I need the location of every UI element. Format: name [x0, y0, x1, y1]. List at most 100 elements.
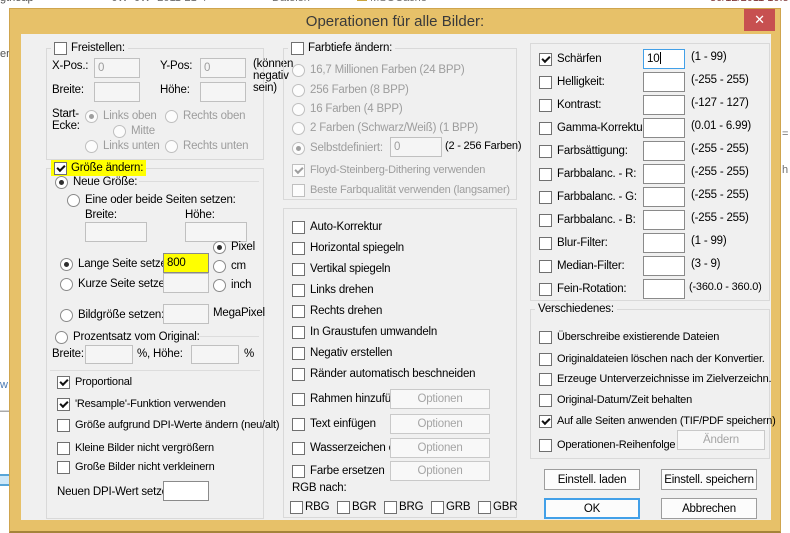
checkbox[interactable]	[539, 353, 552, 366]
checkbox-farbbalance-r[interactable]: Farbbalanc. - R:	[539, 166, 636, 182]
radio[interactable]	[213, 241, 226, 254]
schaerfen-input[interactable]: 10	[643, 49, 685, 69]
checkbox[interactable]	[539, 76, 552, 89]
checkbox-datum-behalten[interactable]: Original-Datum/Zeit behalten	[539, 392, 692, 408]
radio-unit-pixel[interactable]: Pixel	[213, 239, 255, 255]
checkbox[interactable]	[431, 501, 444, 514]
checkbox[interactable]	[292, 326, 305, 339]
checkbox-vertikal-spiegeln[interactable]: Vertikal spiegeln	[292, 261, 390, 277]
checkbox[interactable]	[539, 214, 552, 227]
radio[interactable]	[60, 309, 73, 322]
gamma-input[interactable]	[643, 118, 685, 138]
median-input[interactable]	[643, 256, 685, 276]
checkbox-farbbalance-g[interactable]: Farbbalanc. - G:	[539, 189, 637, 205]
checkbox[interactable]	[539, 122, 552, 135]
radio[interactable]	[67, 194, 80, 207]
checkbox-auto-korrektur[interactable]: Auto-Korrektur	[292, 219, 382, 235]
farbsaettigung-input[interactable]	[643, 141, 685, 161]
checkbox-graustufen[interactable]: In Graustufen umwandeln	[292, 324, 437, 340]
ok-button[interactable]: OK	[544, 498, 640, 519]
checkbox[interactable]	[539, 394, 552, 407]
radio-lange-seite[interactable]: Lange Seite setzen:	[60, 256, 176, 272]
checkbox-reihenfolge[interactable]: Operationen-Reihenfolge	[539, 437, 675, 453]
resize-checkbox[interactable]	[54, 162, 67, 175]
close-button[interactable]: ✕	[744, 9, 775, 31]
checkbox-links-drehen[interactable]: Links drehen	[292, 282, 373, 298]
checkbox[interactable]	[57, 442, 70, 455]
load-settings-button[interactable]: Einstell. laden	[544, 469, 640, 490]
radio-unit-cm[interactable]: cm	[213, 258, 246, 274]
checkbox-blur[interactable]: Blur-Filter:	[539, 235, 608, 251]
checkbox[interactable]	[292, 465, 305, 478]
checkbox[interactable]	[292, 284, 305, 297]
checkbox[interactable]	[539, 191, 552, 204]
checkbox[interactable]	[292, 368, 305, 381]
title-bar[interactable]: Operationen für alle Bilder: ✕	[10, 9, 780, 34]
checkbox-brg[interactable]: BRG	[384, 499, 423, 515]
checkbox-farbbalance-b[interactable]: Farbbalanc. - B:	[539, 212, 636, 228]
checkbox[interactable]	[539, 331, 552, 344]
dpi-input[interactable]	[163, 481, 209, 501]
checkbox[interactable]	[57, 461, 70, 474]
color-depth-checkbox[interactable]	[291, 42, 304, 55]
radio-neue-groesse[interactable]: Neue Größe:	[55, 174, 137, 190]
checkbox[interactable]	[539, 53, 552, 66]
checkbox[interactable]	[57, 419, 70, 432]
checkbox[interactable]	[539, 168, 552, 181]
checkbox-grb[interactable]: GRB	[431, 499, 470, 515]
checkbox-alle-seiten[interactable]: Auf alle Seiten anwenden (TIF/PDF speich…	[539, 413, 776, 429]
helligkeit-input[interactable]	[643, 72, 685, 92]
checkbox-rbg[interactable]: RBG	[290, 499, 329, 515]
checkbox[interactable]	[292, 347, 305, 360]
checkbox[interactable]	[539, 283, 552, 296]
farbbalance-g-input[interactable]	[643, 187, 685, 207]
checkbox-ueberschreibe[interactable]: Überschreibe existierende Dateien	[539, 329, 719, 345]
checkbox-raender-beschneiden[interactable]: Ränder automatisch beschneiden	[292, 366, 475, 382]
checkbox[interactable]	[292, 242, 305, 255]
checkbox-horizontal-spiegeln[interactable]: Horizontal spiegeln	[292, 240, 404, 256]
checkbox-no-shrink[interactable]: Große Bilder nicht verkleinern	[57, 459, 215, 475]
checkbox-text-einfuegen[interactable]: Text einfügen	[292, 416, 376, 432]
checkbox-negativ[interactable]: Negativ erstellen	[292, 345, 392, 361]
checkbox-dpi-resize[interactable]: Größe aufgrund DPI-Werte ändern (neu/alt…	[57, 417, 279, 433]
radio-unit-inch[interactable]: inch	[213, 277, 251, 293]
radio[interactable]	[55, 331, 68, 344]
save-settings-button[interactable]: Einstell. speichern	[661, 469, 757, 490]
checkbox[interactable]	[539, 439, 552, 452]
checkbox[interactable]	[292, 221, 305, 234]
checkbox[interactable]	[539, 373, 552, 386]
blur-input[interactable]	[643, 233, 685, 253]
farbbalance-b-input[interactable]	[643, 210, 685, 230]
checkbox-rechts-drehen[interactable]: Rechts drehen	[292, 303, 382, 319]
radio[interactable]	[213, 260, 226, 273]
checkbox-fein-rotation[interactable]: Fein-Rotation:	[539, 281, 626, 297]
checkbox[interactable]	[539, 99, 552, 112]
crop-group-legend[interactable]: Freistellen:	[51, 40, 128, 56]
checkbox-resample[interactable]: 'Resample'-Funktion verwenden	[57, 396, 226, 412]
checkbox-farbsaettigung[interactable]: Farbsättigung:	[539, 143, 628, 159]
checkbox-no-enlarge[interactable]: Kleine Bilder nicht vergrößern	[57, 440, 214, 456]
checkbox-helligkeit[interactable]: Helligkeit:	[539, 74, 605, 90]
checkbox[interactable]	[292, 442, 305, 455]
radio-prozentsatz[interactable]: Prozentsatz vom Original:	[55, 329, 200, 345]
checkbox[interactable]	[337, 501, 350, 514]
checkbox-bgr[interactable]: BGR	[337, 499, 376, 515]
crop-checkbox[interactable]	[54, 42, 67, 55]
checkbox[interactable]	[539, 237, 552, 250]
checkbox-median[interactable]: Median-Filter:	[539, 258, 625, 274]
checkbox-gbr[interactable]: GBR	[478, 499, 517, 515]
radio[interactable]	[213, 279, 226, 292]
radio-beide-seiten[interactable]: Eine oder beide Seiten setzen:	[67, 192, 236, 208]
checkbox-schaerfen[interactable]: Schärfen	[539, 51, 601, 67]
checkbox[interactable]	[539, 415, 552, 428]
radio[interactable]	[55, 176, 68, 189]
checkbox-originale-loeschen[interactable]: Originaldateien löschen nach der Konvert…	[539, 351, 765, 367]
checkbox[interactable]	[384, 501, 397, 514]
kontrast-input[interactable]	[643, 95, 685, 115]
checkbox[interactable]	[539, 260, 552, 273]
color-depth-legend[interactable]: Farbtiefe ändern:	[288, 40, 395, 56]
checkbox-unterverzeichnisse[interactable]: Erzeuge Unterverzeichnisse im Zielverzei…	[539, 371, 771, 387]
checkbox[interactable]	[539, 145, 552, 158]
radio[interactable]	[60, 258, 73, 271]
checkbox-proportional[interactable]: Proportional	[57, 374, 132, 390]
